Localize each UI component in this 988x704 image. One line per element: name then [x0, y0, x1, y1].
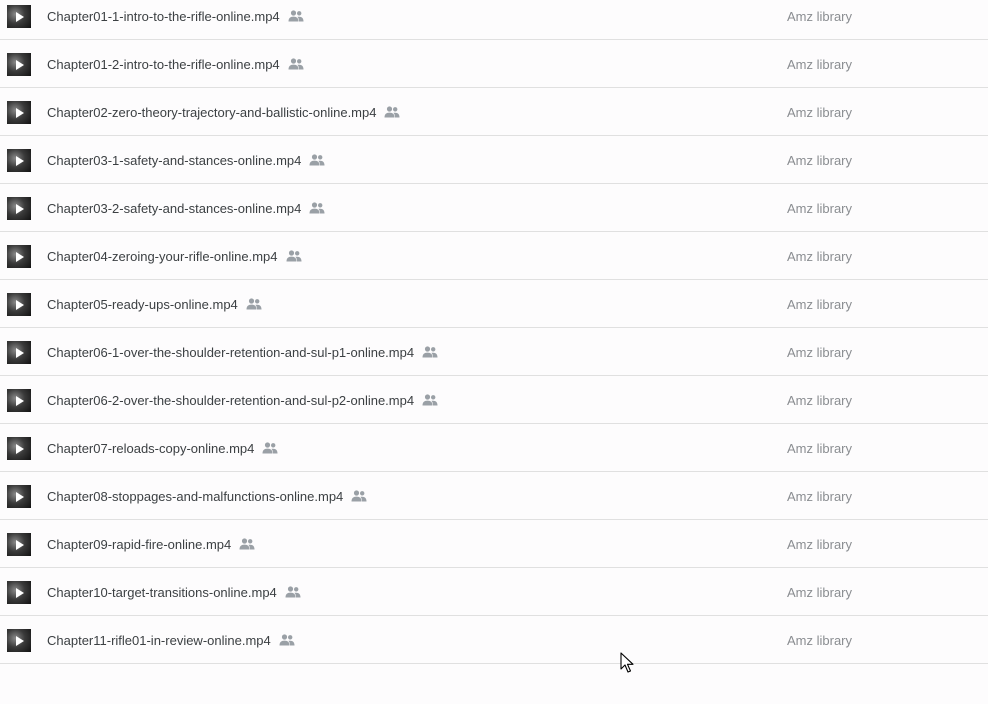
file-name-cell: Chapter02-zero-theory-trajectory-and-bal…: [47, 88, 400, 136]
file-row[interactable]: Chapter09-rapid-fire-online.mp4 Amz libr…: [0, 520, 988, 568]
shared-people-icon: [422, 346, 438, 358]
file-name[interactable]: Chapter05-ready-ups-online.mp4: [47, 297, 238, 312]
owner-label: Amz library: [787, 392, 853, 408]
play-icon: [16, 395, 24, 406]
file-name-cell: Chapter03-1-safety-and-stances-online.mp…: [47, 136, 325, 184]
play-icon: [16, 539, 24, 550]
play-icon: [16, 107, 24, 118]
video-thumbnail-icon[interactable]: [7, 629, 31, 652]
file-row[interactable]: Chapter07-reloads-copy-online.mp4 Amz li…: [0, 424, 988, 472]
owner-label: Amz library: [787, 536, 853, 552]
file-name-cell: Chapter11-rifle01-in-review-online.mp4: [47, 616, 295, 664]
video-thumbnail-icon[interactable]: [7, 389, 31, 412]
shared-people-icon: [309, 202, 325, 214]
video-thumbnail-icon[interactable]: [7, 437, 31, 460]
file-name[interactable]: Chapter06-2-over-the-shoulder-retention-…: [47, 393, 414, 408]
file-name-cell: Chapter04-zeroing-your-rifle-online.mp4: [47, 232, 302, 280]
play-icon: [16, 491, 24, 502]
play-icon: [16, 299, 24, 310]
play-icon: [16, 11, 24, 22]
file-name-cell: Chapter08-stoppages-and-malfunctions-onl…: [47, 472, 367, 520]
file-name[interactable]: Chapter04-zeroing-your-rifle-online.mp4: [47, 249, 278, 264]
owner-label: Amz library: [787, 488, 853, 504]
video-thumbnail-icon[interactable]: [7, 341, 31, 364]
video-thumbnail-icon[interactable]: [7, 485, 31, 508]
file-row[interactable]: Chapter06-1-over-the-shoulder-retention-…: [0, 328, 988, 376]
file-name[interactable]: Chapter02-zero-theory-trajectory-and-bal…: [47, 105, 376, 120]
file-name-cell: Chapter06-2-over-the-shoulder-retention-…: [47, 376, 438, 424]
video-thumbnail-icon[interactable]: [7, 197, 31, 220]
video-thumbnail-icon[interactable]: [7, 293, 31, 316]
file-row[interactable]: Chapter02-zero-theory-trajectory-and-bal…: [0, 88, 988, 136]
file-name-cell: Chapter01-1-intro-to-the-rifle-online.mp…: [47, 0, 304, 40]
owner-label: Amz library: [787, 200, 853, 216]
file-name[interactable]: Chapter06-1-over-the-shoulder-retention-…: [47, 345, 414, 360]
owner-label: Amz library: [787, 248, 853, 264]
play-icon: [16, 587, 24, 598]
file-row[interactable]: Chapter11-rifle01-in-review-online.mp4 A…: [0, 616, 988, 664]
file-name-cell: Chapter09-rapid-fire-online.mp4: [47, 520, 255, 568]
file-name[interactable]: Chapter03-1-safety-and-stances-online.mp…: [47, 153, 301, 168]
video-thumbnail-icon[interactable]: [7, 533, 31, 556]
file-name-cell: Chapter05-ready-ups-online.mp4: [47, 280, 262, 328]
file-row[interactable]: Chapter01-1-intro-to-the-rifle-online.mp…: [0, 0, 988, 40]
file-name[interactable]: Chapter01-1-intro-to-the-rifle-online.mp…: [47, 9, 280, 24]
file-name[interactable]: Chapter08-stoppages-and-malfunctions-onl…: [47, 489, 343, 504]
owner-label: Amz library: [787, 632, 853, 648]
file-name[interactable]: Chapter01-2-intro-to-the-rifle-online.mp…: [47, 57, 280, 72]
shared-people-icon: [288, 10, 304, 22]
owner-label: Amz library: [787, 56, 853, 72]
owner-label: Amz library: [787, 584, 853, 600]
shared-people-icon: [262, 442, 278, 454]
play-icon: [16, 347, 24, 358]
file-row[interactable]: Chapter01-2-intro-to-the-rifle-online.mp…: [0, 40, 988, 88]
play-icon: [16, 443, 24, 454]
video-thumbnail-icon[interactable]: [7, 581, 31, 604]
play-icon: [16, 251, 24, 262]
file-name[interactable]: Chapter03-2-safety-and-stances-online.mp…: [47, 201, 301, 216]
video-thumbnail-icon[interactable]: [7, 53, 31, 76]
shared-people-icon: [239, 538, 255, 550]
file-row[interactable]: Chapter10-target-transitions-online.mp4 …: [0, 568, 988, 616]
shared-people-icon: [351, 490, 367, 502]
file-name-cell: Chapter07-reloads-copy-online.mp4: [47, 424, 278, 472]
file-name-cell: Chapter01-2-intro-to-the-rifle-online.mp…: [47, 40, 304, 88]
file-row[interactable]: Chapter08-stoppages-and-malfunctions-onl…: [0, 472, 988, 520]
owner-label: Amz library: [787, 8, 853, 24]
file-name-cell: Chapter10-target-transitions-online.mp4: [47, 568, 301, 616]
video-thumbnail-icon[interactable]: [7, 101, 31, 124]
shared-people-icon: [279, 634, 295, 646]
play-icon: [16, 59, 24, 70]
shared-people-icon: [288, 58, 304, 70]
owner-label: Amz library: [787, 440, 853, 456]
play-icon: [16, 635, 24, 646]
shared-people-icon: [384, 106, 400, 118]
file-name-cell: Chapter06-1-over-the-shoulder-retention-…: [47, 328, 438, 376]
shared-people-icon: [422, 394, 438, 406]
play-icon: [16, 203, 24, 214]
file-name[interactable]: Chapter11-rifle01-in-review-online.mp4: [47, 633, 271, 648]
file-row[interactable]: Chapter04-zeroing-your-rifle-online.mp4 …: [0, 232, 988, 280]
file-list: Chapter01-1-intro-to-the-rifle-online.mp…: [0, 0, 988, 664]
shared-people-icon: [286, 250, 301, 262]
video-thumbnail-icon[interactable]: [7, 5, 31, 28]
shared-people-icon: [309, 154, 325, 166]
owner-label: Amz library: [787, 104, 853, 120]
file-row[interactable]: Chapter06-2-over-the-shoulder-retention-…: [0, 376, 988, 424]
play-icon: [16, 155, 24, 166]
owner-label: Amz library: [787, 152, 853, 168]
file-name[interactable]: Chapter07-reloads-copy-online.mp4: [47, 441, 254, 456]
video-thumbnail-icon[interactable]: [7, 149, 31, 172]
file-name[interactable]: Chapter09-rapid-fire-online.mp4: [47, 537, 231, 552]
file-name-cell: Chapter03-2-safety-and-stances-online.mp…: [47, 184, 325, 232]
file-row[interactable]: Chapter03-2-safety-and-stances-online.mp…: [0, 184, 988, 232]
file-name[interactable]: Chapter10-target-transitions-online.mp4: [47, 585, 277, 600]
shared-people-icon: [246, 298, 262, 310]
video-thumbnail-icon[interactable]: [7, 245, 31, 268]
owner-label: Amz library: [787, 344, 853, 360]
shared-people-icon: [285, 586, 301, 598]
file-row[interactable]: Chapter05-ready-ups-online.mp4 Amz libra…: [0, 280, 988, 328]
file-row[interactable]: Chapter03-1-safety-and-stances-online.mp…: [0, 136, 988, 184]
owner-label: Amz library: [787, 296, 853, 312]
